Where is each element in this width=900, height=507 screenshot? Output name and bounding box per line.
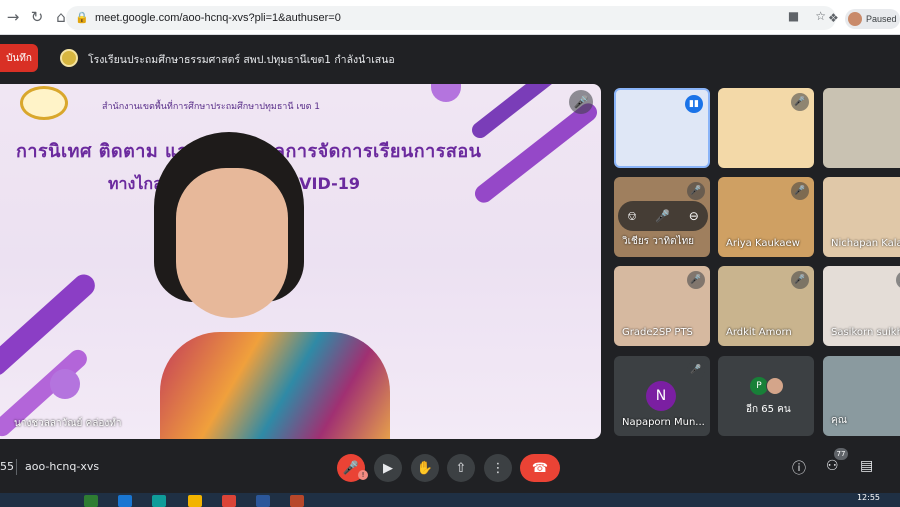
raise-hand-button[interactable]: ✋ [411,454,439,482]
folder-icon[interactable] [188,495,202,507]
pin-icon[interactable]: ⎊ [627,209,637,224]
paused-label: Paused [866,14,897,24]
meeting-controls-bar: 55 aoo-hcnq-xvs 🎤 ! ▶ ✋ ⇧ ⋮ ☎ ⓘ ⚇ 77 ▤ [0,446,900,490]
app-icon[interactable] [118,495,132,507]
speaker-scarf [160,332,390,439]
participant-tile[interactable]: 🎤 Grade2SP PTS [614,266,710,346]
divider [16,459,17,475]
meeting-details-icon[interactable]: ⓘ [792,458,806,478]
mic-muted-icon: 🎤 [896,271,900,289]
speaker-face [176,168,288,318]
meeting-time: 55 [0,460,14,473]
speaker-video [90,132,420,439]
school-logo [20,86,68,120]
participant-name: Grade2SP PTS [622,327,693,338]
taskbar-clock: 12:55 [856,493,880,502]
people-icon[interactable]: ⚇ [826,458,839,474]
chrome-icon[interactable] [222,495,236,507]
word-icon[interactable] [256,495,270,507]
camera-button[interactable]: ▶ [374,454,402,482]
avatar [848,12,862,26]
tile-hover-controls: ⎊ 🎤 ⊖ [618,201,708,231]
browser-toolbar: → ↻ ⌂ 🔒 meet.google.com/aoo-hcnq-xvs?pli… [0,0,900,35]
remove-icon[interactable]: ⊖ [689,209,699,223]
extensions-puzzle-icon[interactable]: ❖ [828,11,839,25]
participant-name: Napaporn Mun... [622,417,705,428]
avatar: N [646,381,676,411]
participant-tile[interactable]: 🎤 Ariya Kaukaew [718,177,814,257]
main-presentation-video[interactable]: สำนักงานเขตพื้นที่การศึกษาประถมศึกษาปทุม… [0,84,601,439]
office-name: สำนักงานเขตพื้นที่การศึกษาประถมศึกษาปทุม… [102,102,321,112]
participant-name: วิเชียร วาทิตไทย [622,236,695,247]
participant-tile[interactable] [823,88,900,168]
participant-tile[interactable]: 🎤 Ardkit Amorn [718,266,814,346]
participant-tile[interactable]: 🎤 [718,88,814,168]
mic-muted-icon: 🎤 [569,90,593,114]
more-participants-tile[interactable]: อีก 65 คน [718,356,814,436]
mic-muted-icon: 🎤 [791,271,809,289]
chat-icon[interactable]: ▤ [860,458,873,474]
participant-name: คุณ [831,415,847,426]
participant-tile[interactable]: Nichapan Kala [823,177,900,257]
more-options-button[interactable]: ⋮ [484,454,512,482]
lock-icon: 🔒 [75,11,89,24]
url-text: meet.google.com/aoo-hcnq-xvs?pli=1&authu… [95,12,341,24]
decor-dot [50,369,80,399]
excel-icon[interactable] [84,495,98,507]
reload-icon[interactable]: ↻ [26,6,48,28]
mic-muted-icon: 🎤 [687,361,705,379]
people-count-badge: 77 [834,448,848,460]
presentation-banner: บันทึก โรงเรียนประถมศึกษาธรรมศาสตร์ สพป.… [0,36,900,78]
presenter-text: โรงเรียนประถมศึกษาธรรมศาสตร์ สพป.ปทุมธาน… [88,54,395,66]
camera-blocked-icon[interactable]: ■ [788,9,799,23]
edge-icon[interactable] [152,495,166,507]
mute-icon[interactable]: 🎤 [655,209,670,223]
powerpoint-icon[interactable] [290,495,304,507]
participant-name: Sasikorn suikh [831,327,900,338]
participant-name: Ariya Kaukaew [726,238,800,249]
meeting-code: aoo-hcnq-xvs [25,460,100,473]
os-taskbar: 12:55 [0,493,900,507]
mic-warning-icon: ! [358,470,368,480]
participant-tile[interactable]: 🎤 Sasikorn suikh [823,266,900,346]
avatar [766,377,784,395]
participant-tile[interactable]: ▮▮ [614,88,710,168]
more-participants-count: อีก 65 คน [746,404,791,415]
back-arrow-icon[interactable]: → [2,6,24,28]
present-screen-button[interactable]: ⇧ [447,454,475,482]
bookmark-star-icon[interactable]: ☆ [815,9,826,23]
participant-name: Nichapan Kala [831,238,900,249]
decor-dot [431,84,461,102]
profile-paused-chip[interactable]: Paused [845,9,900,29]
leave-call-button[interactable]: ☎ [520,454,560,482]
school-seal-icon [60,49,78,67]
address-bar[interactable]: 🔒 meet.google.com/aoo-hcnq-xvs?pli=1&aut… [66,6,836,30]
mic-muted-icon: 🎤 [791,93,809,111]
mic-muted-icon: 🎤 [791,182,809,200]
record-button[interactable]: บันทึก [0,44,38,72]
participant-name: Ardkit Amorn [726,327,792,338]
speaker-name: นางชวลลาวัณย์ คล่องทำ [14,418,122,429]
speaking-indicator-icon: ▮▮ [685,95,703,113]
mic-muted-icon: 🎤 [687,182,705,200]
mic-muted-icon: 🎤 [687,271,705,289]
participant-tile[interactable]: คุณ [823,356,900,436]
